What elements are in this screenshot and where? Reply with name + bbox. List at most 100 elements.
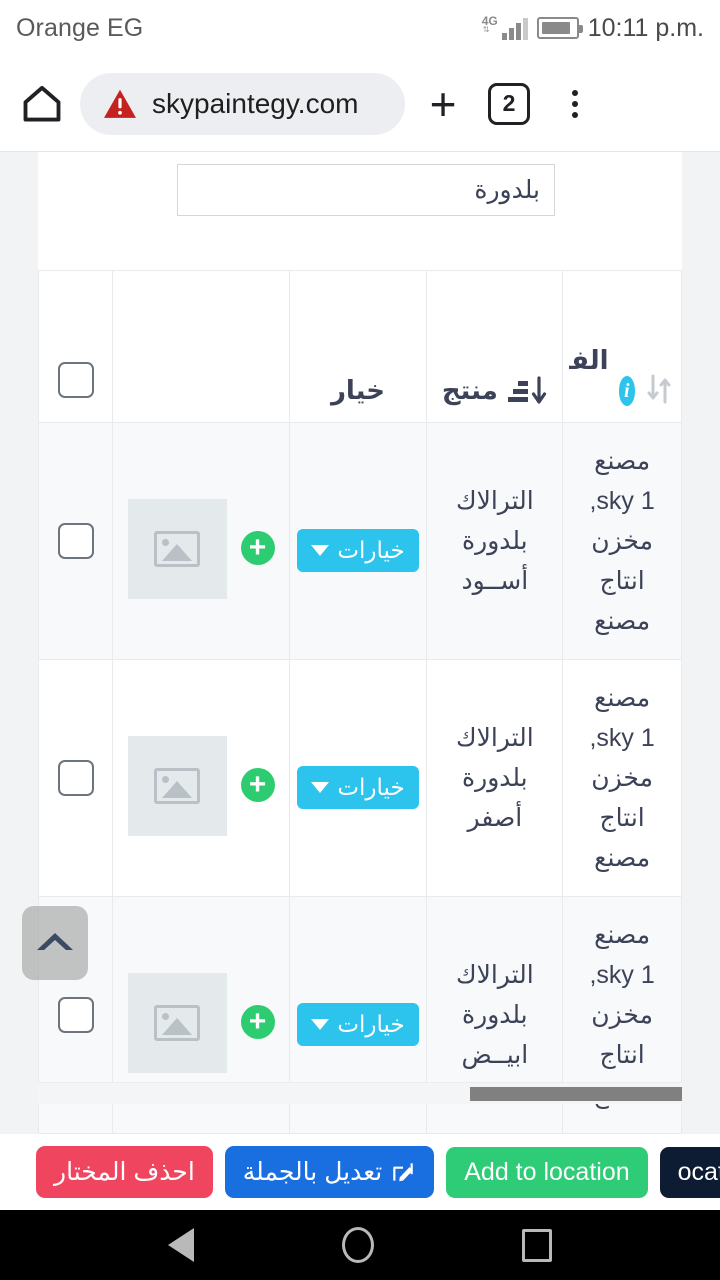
scrollbar-thumb[interactable] bbox=[470, 1087, 682, 1101]
url-text: skypaintegy.com bbox=[152, 87, 359, 119]
select-all-checkbox[interactable] bbox=[57, 362, 94, 398]
url-bar[interactable]: skypaintegy.com bbox=[80, 72, 405, 135]
product-image-placeholder bbox=[127, 499, 227, 599]
cell-image: + bbox=[112, 422, 290, 660]
table-header-row: الفرع i bbox=[37, 270, 682, 423]
browser-toolbar: skypaintegy.com + 2 bbox=[0, 56, 720, 152]
broken-image-icon bbox=[154, 531, 201, 567]
add-image-button[interactable]: + bbox=[240, 531, 275, 565]
home-circle-icon[interactable] bbox=[342, 1227, 374, 1263]
chevron-down-icon bbox=[311, 544, 330, 556]
product-value: الترالاك بلدورة أســود bbox=[455, 487, 534, 595]
bulk-action-bar: احذف المختار تعديل بالجملة Add to locati… bbox=[0, 1134, 720, 1210]
column-header-select-all bbox=[37, 270, 114, 423]
product-header-label: منتج bbox=[441, 375, 498, 405]
options-button-label: خيارات bbox=[337, 773, 405, 800]
row-checkbox[interactable] bbox=[57, 760, 94, 796]
android-nav-bar bbox=[0, 1210, 720, 1280]
cell-product: الترالاك بلدورة أصفر bbox=[426, 659, 564, 897]
sort-amount-down-icon[interactable] bbox=[507, 376, 548, 406]
bulk-edit-label: تعديل بالجملة bbox=[242, 1158, 383, 1186]
clock-label: 10:11 p.m. bbox=[587, 13, 704, 42]
column-header-option[interactable]: خيار bbox=[288, 270, 428, 423]
options-dropdown-button[interactable]: خيارات bbox=[297, 528, 419, 572]
overflow-menu-button[interactable] bbox=[547, 76, 603, 132]
chevron-down-icon bbox=[311, 781, 330, 793]
branch-value: مصنع sky 1, مخزن انتاج مصنع bbox=[589, 447, 655, 635]
new-tab-button[interactable]: + bbox=[415, 76, 471, 132]
cell-branch: مصنع sky 1, مخزن انتاج مصنع bbox=[562, 422, 682, 660]
cell-option: خيارات bbox=[288, 422, 428, 660]
search-input[interactable] bbox=[177, 164, 555, 216]
horizontal-scrollbar[interactable] bbox=[38, 1082, 682, 1104]
add-image-button[interactable]: + bbox=[240, 768, 275, 802]
row-checkbox[interactable] bbox=[57, 523, 94, 559]
table-head: الفرع i bbox=[37, 270, 682, 423]
battery-icon bbox=[536, 17, 583, 39]
remove-from-location-button[interactable]: ocation bbox=[659, 1146, 720, 1198]
carrier-label: Orange EG bbox=[16, 13, 144, 42]
delete-selected-label: احذف المختار bbox=[54, 1158, 195, 1186]
tab-switcher-button[interactable]: 2 bbox=[481, 76, 537, 132]
data-arrows-icon: ⇅ bbox=[482, 25, 490, 34]
branch-header-label: الفرع bbox=[569, 345, 609, 375]
products-table: الفرع i bbox=[37, 270, 682, 1134]
options-dropdown-button[interactable]: خيارات bbox=[297, 1002, 419, 1046]
android-status-bar: Orange EG 4G ⇅ 10:11 p.m. bbox=[0, 0, 720, 56]
product-image-placeholder bbox=[127, 973, 227, 1073]
column-header-branch[interactable]: الفرع i bbox=[562, 270, 682, 423]
broken-image-icon bbox=[154, 1005, 201, 1041]
add-to-location-button[interactable]: Add to location bbox=[446, 1146, 648, 1198]
chevron-down-icon bbox=[311, 1018, 330, 1030]
webpage-viewport: الفرع i bbox=[0, 152, 720, 1134]
remove-from-location-label: ocation bbox=[677, 1157, 720, 1186]
options-button-label: خيارات bbox=[337, 1010, 405, 1037]
scroll-to-top-button[interactable] bbox=[22, 906, 88, 980]
cell-option: خيارات bbox=[288, 659, 428, 897]
column-header-product[interactable]: منتج bbox=[426, 270, 564, 423]
sort-bars-icon bbox=[507, 380, 528, 402]
signal-bar-1 bbox=[501, 33, 507, 40]
status-indicators: 4G ⇅ 10:11 p.m. bbox=[482, 14, 704, 43]
back-icon[interactable] bbox=[168, 1228, 194, 1262]
option-header-label: خيار bbox=[330, 375, 386, 405]
table-row: مصنع sky 1, مخزن انتاج مصنع الترالاك بلد… bbox=[37, 422, 682, 660]
signal-bar-4 bbox=[522, 18, 528, 40]
product-value: الترالاك بلدورة ابيــض bbox=[455, 961, 534, 1069]
options-dropdown-button[interactable]: خيارات bbox=[297, 765, 419, 809]
bulk-edit-button[interactable]: تعديل بالجملة bbox=[224, 1146, 435, 1198]
add-image-button[interactable]: + bbox=[240, 1005, 275, 1039]
table-body: مصنع sky 1, مخزن انتاج مصنع الترالاك بلد… bbox=[37, 422, 682, 1134]
column-header-image bbox=[112, 270, 290, 423]
row-checkbox[interactable] bbox=[57, 997, 94, 1033]
home-icon[interactable] bbox=[14, 76, 70, 132]
delete-selected-button[interactable]: احذف المختار bbox=[36, 1146, 213, 1198]
cell-branch: مصنع sky 1, مخزن انتاج مصنع bbox=[562, 659, 682, 897]
sort-toggle-icon[interactable] bbox=[645, 372, 675, 406]
chevron-up-icon bbox=[37, 933, 73, 950]
plus-icon: + bbox=[429, 77, 457, 130]
info-icon[interactable]: i bbox=[618, 376, 635, 406]
signal-bar-2 bbox=[508, 28, 514, 40]
cell-image: + bbox=[112, 659, 290, 897]
products-table-wrapper: الفرع i bbox=[37, 270, 682, 1134]
cell-select bbox=[37, 659, 114, 897]
cell-select bbox=[37, 422, 114, 660]
broken-image-icon bbox=[154, 768, 201, 804]
signal-strength-icon: 4G ⇅ bbox=[482, 15, 528, 40]
recents-square-icon[interactable] bbox=[522, 1228, 552, 1262]
phone-screen: Orange EG 4G ⇅ 10:11 p.m. skypaintegy.co… bbox=[0, 0, 720, 1280]
page-content: الفرع i bbox=[37, 152, 682, 1134]
pencil-edit-icon bbox=[390, 1159, 416, 1185]
options-button-label: خيارات bbox=[337, 536, 405, 563]
cell-product: الترالاك بلدورة أســود bbox=[426, 422, 564, 660]
add-to-location-label: Add to location bbox=[464, 1157, 630, 1186]
kebab-menu-icon bbox=[572, 89, 578, 118]
table-row: مصنع sky 1, مخزن انتاج مصنع الترالاك بلد… bbox=[37, 659, 682, 897]
branch-value: مصنع sky 1, مخزن انتاج مصنع bbox=[589, 684, 655, 872]
signal-bar-3 bbox=[515, 23, 521, 40]
product-image-placeholder bbox=[127, 736, 227, 836]
battery-fill bbox=[541, 22, 570, 34]
filter-area bbox=[38, 152, 682, 262]
product-value: الترالاك بلدورة أصفر bbox=[455, 724, 534, 832]
